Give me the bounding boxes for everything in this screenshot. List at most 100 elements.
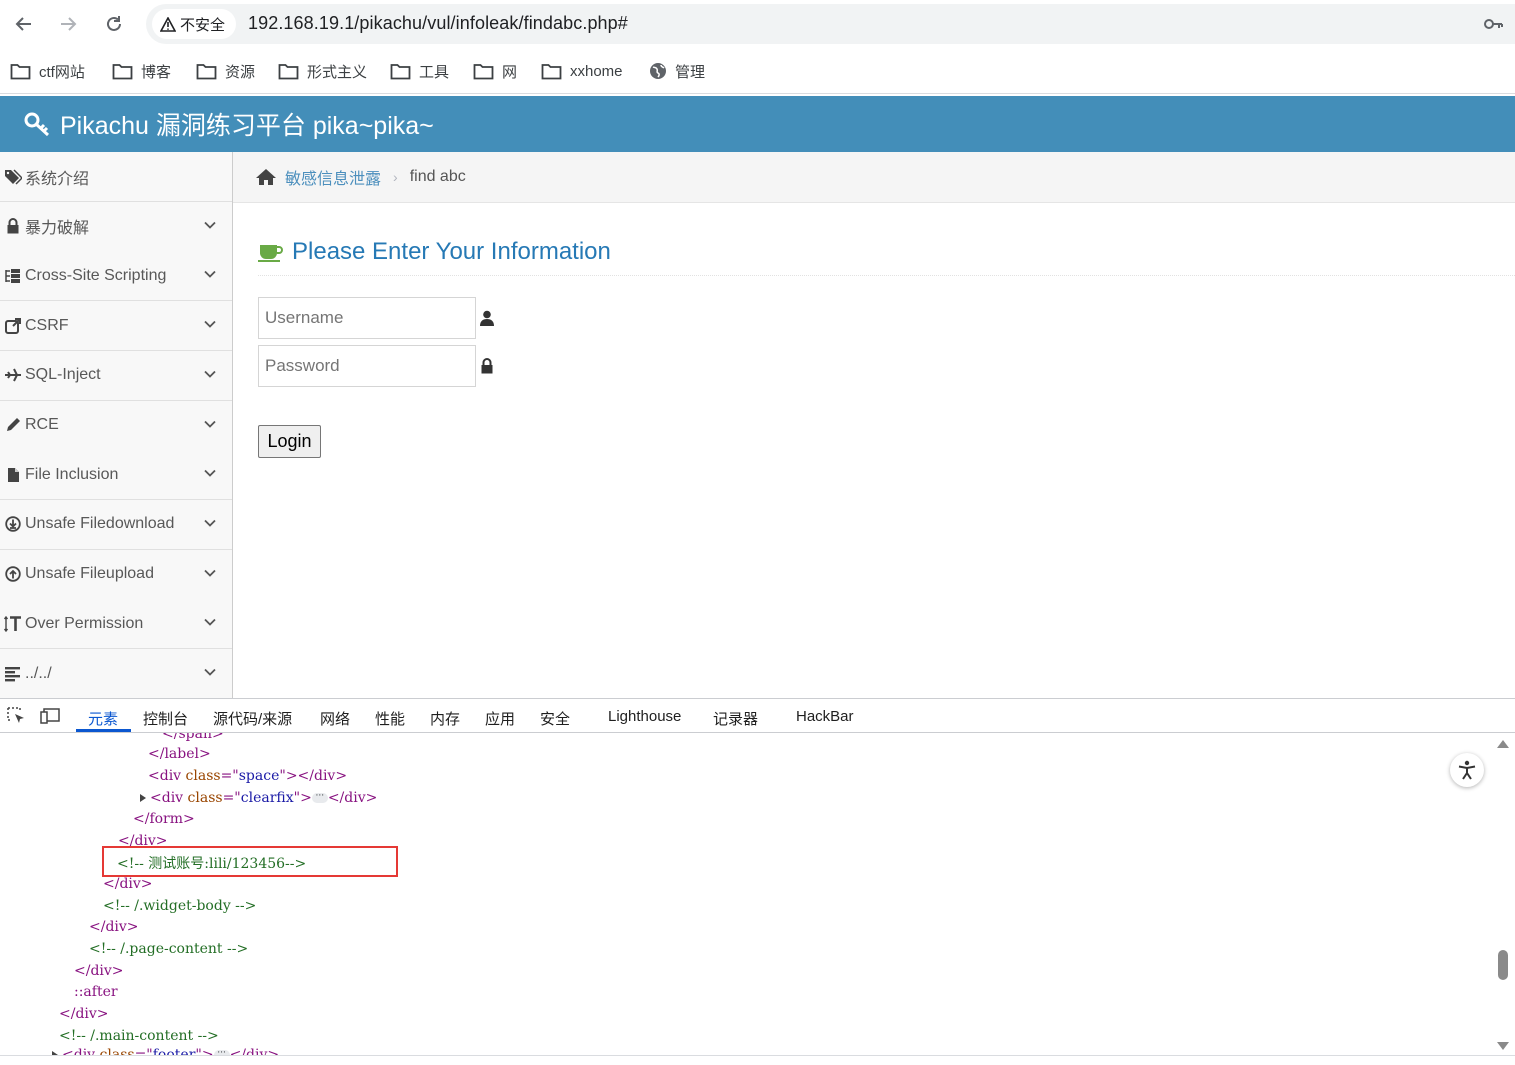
chevron-down-icon[interactable] (204, 268, 216, 280)
tag-close: "></div> (279, 768, 348, 784)
sidebar-item[interactable]: 暴力破解 (0, 201, 232, 252)
device-toolbar-icon[interactable] (40, 707, 60, 725)
devtools-tab[interactable]: HackBar (796, 708, 854, 725)
app-title[interactable]: Pikachu 漏洞练习平台 pika~pika~ (60, 106, 434, 142)
chevron-down-icon[interactable] (204, 517, 216, 529)
chevron-down-icon[interactable] (204, 616, 216, 628)
username-input[interactable] (258, 297, 476, 339)
ellipsis-icon[interactable]: ··· (311, 792, 328, 803)
password-input[interactable] (258, 345, 476, 387)
bookmark-label: ctf网站 (39, 63, 85, 81)
dom-node-line[interactable]: <!-- /.page-content --> (89, 941, 248, 957)
devtools-tab[interactable]: 内存 (430, 708, 460, 729)
security-chip[interactable]: 不安全 (152, 9, 236, 39)
tag-text: </div> (59, 1006, 109, 1022)
bookmark-item[interactable]: 形式主义 (278, 60, 367, 82)
sidebar-item[interactable]: Unsafe Fileupload (0, 549, 232, 600)
chevron-down-icon[interactable] (204, 567, 216, 579)
dom-node-line[interactable]: </div> (118, 833, 168, 849)
devtools-tab[interactable]: 源代码/来源 (213, 708, 292, 729)
chevron-down-icon[interactable] (204, 318, 216, 330)
tag-text: </div> (89, 919, 139, 935)
sidebar-item[interactable]: Unsafe Filedownload (0, 499, 232, 550)
inspect-element-icon[interactable] (7, 707, 27, 725)
sidebar-item[interactable]: CSRF (0, 301, 232, 352)
breadcrumb-parent-link[interactable]: 敏感信息泄露 (285, 165, 381, 189)
dom-node-line[interactable]: </span> (162, 733, 224, 742)
elements-panel[interactable]: </span> </label> <div class="space"></div>… (0, 733, 1515, 1055)
dom-node-line[interactable]: <!-- /.main-content --> (59, 1028, 219, 1044)
sidebar-item[interactable]: File Inclusion (0, 450, 232, 501)
tag-tail: </div> (327, 790, 378, 806)
bookmark-item[interactable]: xxhome (541, 60, 623, 82)
url-text[interactable]: 192.168.19.1/pikachu/vul/infoleak/findab… (248, 13, 628, 34)
plane-icon (4, 368, 22, 382)
bookmark-item[interactable]: 资源 (196, 60, 255, 82)
devtools-tab[interactable]: 记录器 (713, 708, 758, 729)
bookmarks-bar: ctf网站 博客 资源 形式主义 工具 网 xxhome 管理 (0, 48, 1515, 94)
dom-node-line[interactable]: </div> (74, 963, 124, 979)
devtools-tab[interactable]: 控制台 (143, 708, 188, 729)
back-button[interactable] (10, 10, 38, 38)
forward-button[interactable] (54, 10, 82, 38)
sidebar-item[interactable]: 系统介绍 (0, 152, 232, 202)
bookmark-item[interactable]: ctf网站 (10, 60, 85, 82)
elements-scrollbar[interactable] (1497, 740, 1509, 1050)
dom-node-line[interactable]: </div> (89, 919, 139, 935)
dom-node-line[interactable]: </div> (103, 876, 153, 892)
sidebar-item-label: CSRF (25, 316, 69, 334)
tag-text: </label> (148, 746, 211, 762)
devtools-tab[interactable]: 网络 (320, 708, 350, 729)
globe-icon (650, 63, 666, 79)
chevron-down-icon[interactable] (204, 368, 216, 380)
home-icon[interactable] (255, 168, 277, 186)
sidebar-item[interactable]: Over Permission (0, 599, 232, 650)
sidebar-item[interactable]: RCE (0, 400, 232, 451)
dom-node-line[interactable]: </div> (59, 1006, 109, 1022)
devtools-tab[interactable]: Lighthouse (608, 708, 681, 725)
chevron-down-icon[interactable] (204, 418, 216, 430)
sidebar-item[interactable]: ../../ (0, 649, 232, 699)
tag-open: <div (150, 790, 188, 806)
attr-name: class (187, 790, 223, 806)
expand-triangle-icon[interactable] (140, 794, 146, 802)
devtools-tab[interactable]: 元素 (88, 708, 118, 729)
devtools-tab[interactable]: 安全 (540, 708, 570, 729)
dom-node-line[interactable]: <div class="clearfix"> ··· </div> (140, 790, 377, 806)
sidebar-item[interactable]: Cross-Site Scripting (0, 251, 232, 302)
scroll-down-icon[interactable] (1497, 1042, 1509, 1050)
sidebar-item-label: File Inclusion (25, 465, 119, 483)
dom-node-line[interactable]: <div class="footer"> ··· </div> (52, 1047, 279, 1055)
attr-name: class (99, 1047, 135, 1055)
bookmark-item[interactable]: 管理 (649, 60, 705, 82)
key-icon[interactable] (1483, 15, 1503, 33)
breadcrumb-separator-icon: › (393, 169, 398, 185)
chevron-down-icon[interactable] (204, 219, 216, 231)
bookmark-label: 工具 (419, 63, 450, 81)
coffee-icon (258, 244, 283, 262)
login-button[interactable]: Login (258, 425, 321, 458)
bookmark-item[interactable]: 工具 (390, 60, 449, 82)
dom-node-line[interactable]: </form> (133, 811, 195, 827)
dom-node-line[interactable]: <!-- /.widget-body --> (103, 898, 256, 914)
reload-button[interactable] (100, 10, 128, 38)
chevron-down-icon[interactable] (204, 467, 216, 479)
accessibility-tree-button[interactable] (1450, 753, 1484, 787)
omnibox[interactable]: 不安全 192.168.19.1/pikachu/vul/infoleak/fi… (146, 4, 1515, 44)
dom-node-line[interactable]: ::after (74, 984, 118, 1000)
dom-node-line[interactable]: <!-- 测试账号:lili/123456--> (117, 853, 306, 873)
chevron-down-icon[interactable] (204, 666, 216, 678)
bookmark-label: xxhome (570, 62, 623, 80)
tags-icon (4, 168, 22, 185)
tag-open: <div (62, 1047, 100, 1055)
bookmark-item[interactable]: 博客 (112, 60, 171, 82)
sidebar-item[interactable]: SQL-Inject (0, 350, 232, 401)
dom-node-line[interactable]: <div class="space"></div> (148, 768, 347, 784)
devtools-tab[interactable]: 性能 (375, 708, 405, 729)
scroll-up-icon[interactable] (1497, 740, 1509, 748)
dom-node-line[interactable]: </label> (148, 746, 211, 762)
warning-icon (160, 16, 176, 32)
bookmark-item[interactable]: 网 (473, 60, 517, 82)
scroll-thumb[interactable] (1498, 950, 1508, 980)
devtools-tab[interactable]: 应用 (485, 708, 515, 729)
